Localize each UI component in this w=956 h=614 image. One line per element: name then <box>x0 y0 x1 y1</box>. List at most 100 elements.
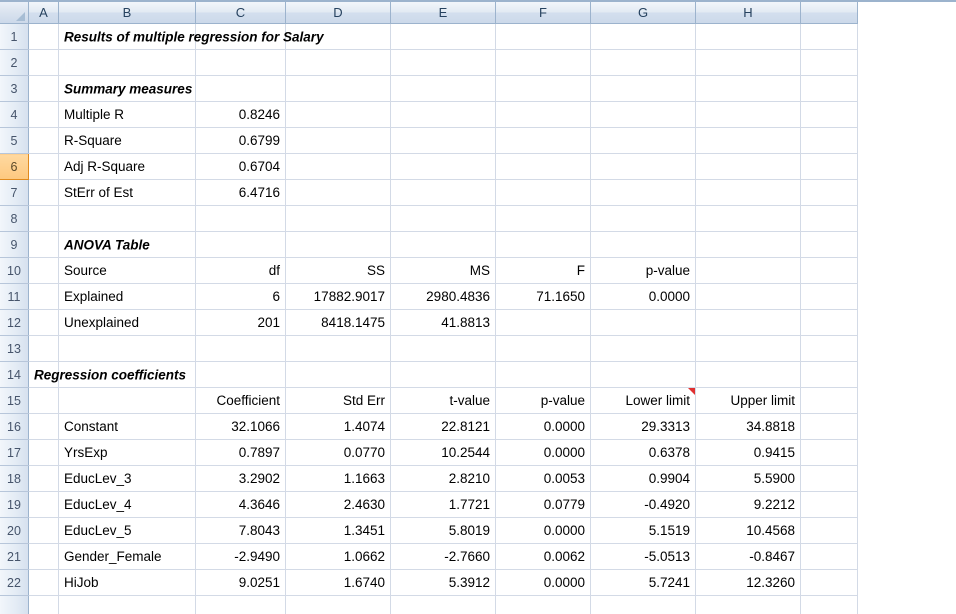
cell-i9[interactable] <box>800 231 858 258</box>
row-header-17[interactable]: 17 <box>0 439 29 466</box>
cell-i18[interactable] <box>800 465 858 492</box>
cell-d3[interactable] <box>285 75 391 102</box>
cell-f10[interactable]: F <box>495 257 591 284</box>
cell-c11[interactable]: 6 <box>195 283 286 310</box>
cell-g6[interactable] <box>590 153 696 180</box>
cell-h18[interactable]: 5.5900 <box>695 465 801 492</box>
cell-f21[interactable]: 0.0062 <box>495 543 591 570</box>
comment-indicator-icon[interactable] <box>688 388 695 395</box>
cell-f1[interactable] <box>495 23 591 50</box>
cell-d9[interactable] <box>285 231 391 258</box>
cell-c16[interactable]: 32.1066 <box>195 413 286 440</box>
cell-c5[interactable]: 0.6799 <box>195 127 286 154</box>
cell-a18[interactable] <box>28 465 59 492</box>
cell-i1[interactable] <box>800 23 858 50</box>
cell-b12[interactable]: Unexplained <box>58 309 196 336</box>
select-all-corner[interactable] <box>0 2 29 24</box>
cell-f2[interactable] <box>495 49 591 76</box>
cell-d6[interactable] <box>285 153 391 180</box>
row-header-21[interactable]: 21 <box>0 543 29 570</box>
cell-e10[interactable]: MS <box>390 257 496 284</box>
cell-c7[interactable]: 6.4716 <box>195 179 286 206</box>
cell-a23[interactable] <box>28 595 59 614</box>
cell-c14[interactable] <box>195 361 286 388</box>
cell-h3[interactable] <box>695 75 801 102</box>
cell-h15[interactable]: Upper limit <box>695 387 801 414</box>
cell-b9[interactable]: ANOVA Table <box>58 231 196 258</box>
cell-f11[interactable]: 71.1650 <box>495 283 591 310</box>
cell-g12[interactable] <box>590 309 696 336</box>
cell-b7[interactable]: StErr of Est <box>58 179 196 206</box>
row-header-12[interactable]: 12 <box>0 309 29 336</box>
cell-e11[interactable]: 2980.4836 <box>390 283 496 310</box>
column-header-b[interactable]: B <box>58 2 196 24</box>
cell-a5[interactable] <box>28 127 59 154</box>
cell-b1[interactable]: Results of multiple regression for Salar… <box>58 23 324 50</box>
cell-h9[interactable] <box>695 231 801 258</box>
cell-d2[interactable] <box>285 49 391 76</box>
cell-e8[interactable] <box>390 205 496 232</box>
cell-b22[interactable]: HiJob <box>58 569 196 596</box>
cell-a3[interactable] <box>28 75 59 102</box>
cell-d5[interactable] <box>285 127 391 154</box>
cell-g18[interactable]: 0.9904 <box>590 465 696 492</box>
cell-d8[interactable] <box>285 205 391 232</box>
cell-b16[interactable]: Constant <box>58 413 196 440</box>
cell-c8[interactable] <box>195 205 286 232</box>
cell-f17[interactable]: 0.0000 <box>495 439 591 466</box>
row-header-3[interactable]: 3 <box>0 75 29 102</box>
row-header-5[interactable]: 5 <box>0 127 29 154</box>
row-header-9[interactable]: 9 <box>0 231 29 258</box>
cell-g20[interactable]: 5.1519 <box>590 517 696 544</box>
row-header-19[interactable]: 19 <box>0 491 29 518</box>
row-header-14[interactable]: 14 <box>0 361 29 388</box>
cell-b5[interactable]: R-Square <box>58 127 196 154</box>
cell-h2[interactable] <box>695 49 801 76</box>
cell-f20[interactable]: 0.0000 <box>495 517 591 544</box>
cell-f15[interactable]: p-value <box>495 387 591 414</box>
cell-d21[interactable]: 1.0662 <box>285 543 391 570</box>
cell-g21[interactable]: -5.0513 <box>590 543 696 570</box>
row-header-8[interactable]: 8 <box>0 205 29 232</box>
cell-i10[interactable] <box>800 257 858 284</box>
cell-c20[interactable]: 7.8043 <box>195 517 286 544</box>
cell-g3[interactable] <box>590 75 696 102</box>
cell-e18[interactable]: 2.8210 <box>390 465 496 492</box>
cell-g5[interactable] <box>590 127 696 154</box>
cell-d22[interactable]: 1.6740 <box>285 569 391 596</box>
cell-i2[interactable] <box>800 49 858 76</box>
cell-g13[interactable] <box>590 335 696 362</box>
cell-b15[interactable] <box>58 387 196 414</box>
cell-a22[interactable] <box>28 569 59 596</box>
row-header-18[interactable]: 18 <box>0 465 29 492</box>
cell-i3[interactable] <box>800 75 858 102</box>
cell-g4[interactable] <box>590 101 696 128</box>
column-header-h[interactable]: H <box>695 2 801 24</box>
cell-d17[interactable]: 0.0770 <box>285 439 391 466</box>
cell-f4[interactable] <box>495 101 591 128</box>
cell-d18[interactable]: 1.1663 <box>285 465 391 492</box>
cell-g23[interactable] <box>590 595 696 614</box>
cell-c15[interactable]: Coefficient <box>195 387 286 414</box>
cell-b23[interactable] <box>58 595 196 614</box>
cell-i16[interactable] <box>800 413 858 440</box>
cell-g11[interactable]: 0.0000 <box>590 283 696 310</box>
cell-g17[interactable]: 0.6378 <box>590 439 696 466</box>
cell-e16[interactable]: 22.8121 <box>390 413 496 440</box>
cell-i14[interactable] <box>800 361 858 388</box>
cell-c19[interactable]: 4.3646 <box>195 491 286 518</box>
cell-f22[interactable]: 0.0000 <box>495 569 591 596</box>
cell-c3[interactable] <box>195 75 286 102</box>
cell-b3[interactable]: Summary measures <box>58 75 196 102</box>
cell-b6[interactable]: Adj R-Square <box>58 153 196 180</box>
cell-b2[interactable] <box>58 49 196 76</box>
cell-h14[interactable] <box>695 361 801 388</box>
cell-d11[interactable]: 17882.9017 <box>285 283 391 310</box>
cell-b20[interactable]: EducLev_5 <box>58 517 196 544</box>
cell-d19[interactable]: 2.4630 <box>285 491 391 518</box>
cell-e19[interactable]: 1.7721 <box>390 491 496 518</box>
cell-e21[interactable]: -2.7660 <box>390 543 496 570</box>
cell-c6[interactable]: 0.6704 <box>195 153 286 180</box>
cell-a9[interactable] <box>28 231 59 258</box>
cell-i4[interactable] <box>800 101 858 128</box>
